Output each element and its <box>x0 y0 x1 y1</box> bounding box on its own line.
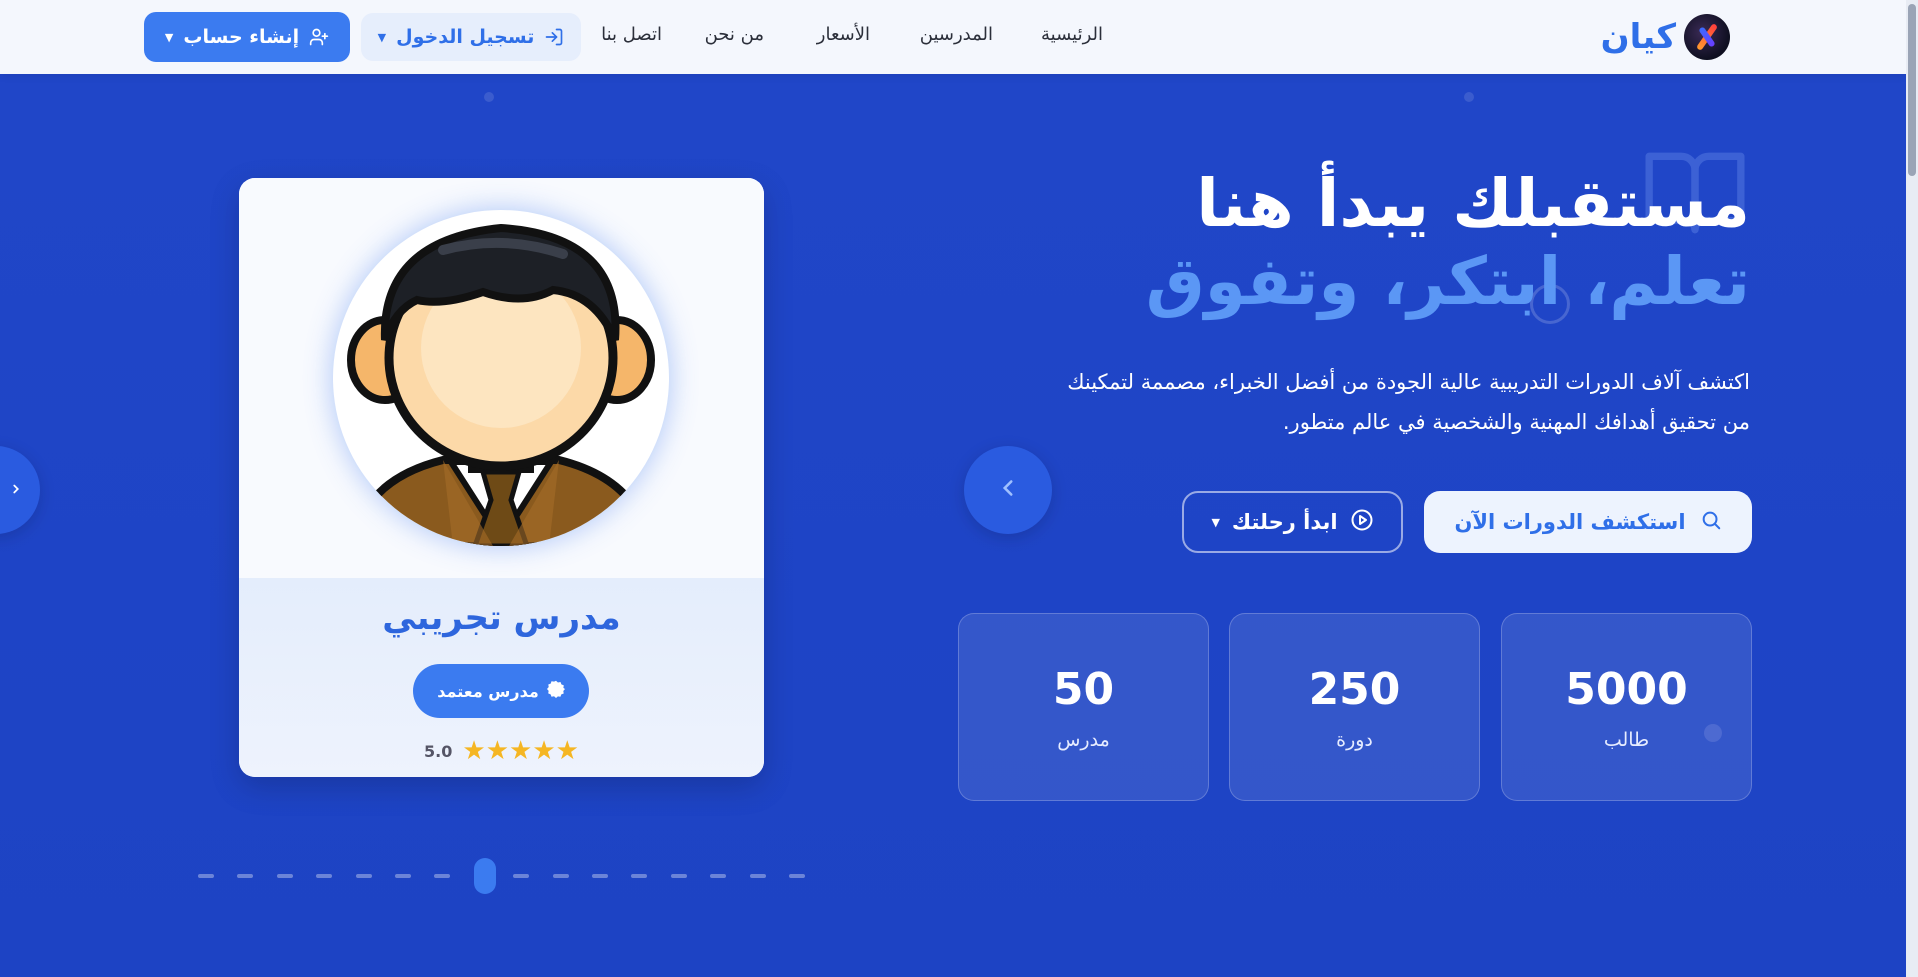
brand-logo[interactable]: كيان <box>1601 14 1730 60</box>
carousel-dot[interactable] <box>276 874 293 878</box>
carousel-dot[interactable] <box>316 874 333 878</box>
stat-label: طالب <box>1603 729 1650 751</box>
teacher-card[interactable]: مدرس تجريبي مدرس معتمد 5.0 ★★★★★ <box>239 178 764 777</box>
explore-courses-button[interactable]: استكشف الدورات الآن <box>1424 491 1752 553</box>
hero-subtitle: تعلم، ابتكر، وتفوق <box>1145 243 1750 320</box>
stat-card-students: 5000 طالب <box>1501 613 1752 801</box>
carousel-dot[interactable] <box>749 874 766 878</box>
certified-teacher-badge: مدرس معتمد <box>413 664 589 718</box>
chevron-right-icon <box>9 481 23 500</box>
start-journey-button[interactable]: ابدأ رحلتك ▼ <box>1182 491 1403 553</box>
carousel-dot[interactable] <box>513 874 530 878</box>
carousel-dot-active[interactable] <box>473 858 496 894</box>
carousel-dot[interactable] <box>434 874 451 878</box>
nav-link-about[interactable]: من نحن <box>705 24 764 45</box>
login-button[interactable]: تسجيل الدخول ▼ <box>361 13 581 61</box>
stat-label: دورة <box>1336 729 1373 751</box>
register-label: إنشاء حساب <box>183 26 300 48</box>
carousel-dot[interactable] <box>592 874 608 878</box>
stat-value: 50 <box>1052 664 1115 715</box>
nav-link-pricing[interactable]: الأسعار <box>817 24 870 45</box>
decor-dot <box>484 92 494 102</box>
decor-dot <box>1464 92 1474 102</box>
carousel-dot[interactable] <box>355 874 372 878</box>
hero-title: مستقبلك يبدأ هنا <box>1196 165 1750 242</box>
register-button[interactable]: إنشاء حساب ▼ <box>144 12 350 62</box>
carousel-dot[interactable] <box>710 874 727 878</box>
explore-courses-label: استكشف الدورات الآن <box>1454 510 1686 534</box>
brand-name: كيان <box>1600 17 1676 57</box>
chevron-down-icon: ▼ <box>1211 515 1220 529</box>
rating-value: 5.0 <box>424 741 453 761</box>
top-navbar: كيان الرئيسية المدرسين الأسعار من نحن ات… <box>0 0 1906 74</box>
user-plus-icon <box>309 27 329 47</box>
stat-label: مدرس <box>1057 729 1110 751</box>
login-icon <box>544 27 564 47</box>
carousel-dot[interactable] <box>237 874 254 878</box>
scrollbar-thumb[interactable] <box>1908 4 1916 176</box>
carousel-dot[interactable] <box>198 874 214 878</box>
hero-description: اكتشف آلاف الدورات التدريبية عالية الجود… <box>930 362 1750 442</box>
teacher-avatar <box>333 210 669 546</box>
carousel-pagination <box>198 858 808 898</box>
star-rating-icon: ★★★★★ <box>462 736 579 766</box>
carousel-dot[interactable] <box>670 874 687 878</box>
carousel-dot[interactable] <box>789 874 805 878</box>
login-label: تسجيل الدخول <box>396 26 535 48</box>
start-journey-label: ابدأ رحلتك <box>1231 510 1338 534</box>
carousel-prev-button[interactable] <box>964 446 1052 534</box>
logo-mark-icon <box>1684 14 1730 60</box>
carousel-dot[interactable] <box>631 874 648 878</box>
stat-card-courses: 250 دورة <box>1229 613 1480 801</box>
nav-link-teachers[interactable]: المدرسين <box>920 24 993 45</box>
stat-card-teachers: 50 مدرس <box>958 613 1209 801</box>
nav-link-home[interactable]: الرئيسية <box>1041 24 1103 45</box>
hero-section: مستقبلك يبدأ هنا تعلم، ابتكر، وتفوق اكتش… <box>0 74 1906 977</box>
hero-description-line2: من تحقيق أهدافك المهنية والشخصية في عالم… <box>1282 410 1750 434</box>
vertical-scrollbar[interactable] <box>1906 0 1918 977</box>
badge-check-icon <box>546 680 565 702</box>
play-circle-icon <box>1350 508 1374 537</box>
nav-link-contact[interactable]: اتصل بنا <box>601 24 662 45</box>
chevron-down-icon: ▼ <box>164 30 174 44</box>
chevron-down-icon: ▼ <box>377 30 387 44</box>
chevron-left-icon <box>995 475 1021 505</box>
stat-value: 5000 <box>1565 664 1688 715</box>
carousel-dot[interactable] <box>552 874 569 878</box>
badge-label: مدرس معتمد <box>437 681 539 701</box>
carousel-dot[interactable] <box>395 874 411 878</box>
search-icon <box>1700 509 1722 536</box>
stat-value: 250 <box>1308 664 1401 715</box>
teacher-rating: 5.0 ★★★★★ <box>239 738 764 764</box>
hero-description-line1: اكتشف آلاف الدورات التدريبية عالية الجود… <box>1067 370 1750 394</box>
carousel-next-button[interactable] <box>0 446 40 534</box>
teacher-name: مدرس تجريبي <box>382 598 621 638</box>
